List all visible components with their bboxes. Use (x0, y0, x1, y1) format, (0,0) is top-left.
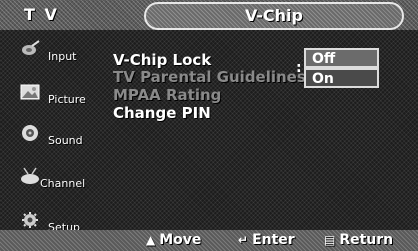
channel-icon (21, 167, 39, 184)
menu-item-change-pin[interactable]: Change PIN (113, 104, 211, 122)
vchip-lock-dropdown[interactable]: Off On (304, 48, 379, 88)
sidebar-item-label: Channel (40, 177, 86, 190)
footer-move-label: Move (159, 232, 202, 248)
sound-icon (22, 125, 38, 141)
input-icon (22, 40, 40, 55)
source-label: T V (24, 5, 59, 24)
sidebar-item-channel[interactable]: Channel (0, 161, 92, 201)
footer-return-label: Return (339, 232, 394, 248)
dropdown-option-off[interactable]: Off (304, 48, 379, 68)
sidebar-item-label: Picture (48, 93, 86, 106)
sidebar-item-sound[interactable]: Sound (0, 118, 92, 158)
sidebar-item-label: Input (48, 50, 77, 63)
sidebar-item-label: Sound (48, 134, 83, 147)
value-separator: : (296, 60, 302, 76)
footer-move: ▲︎ Move (146, 232, 201, 248)
sidebar-item-picture[interactable]: Picture (0, 77, 92, 117)
sidebar-item-input[interactable]: Input (0, 34, 92, 74)
setup-icon (22, 212, 38, 228)
osd-screen: T V V-Chip Input Picture Sound Channel S… (0, 0, 418, 251)
sidebar: Input Picture Sound Channel Setup (0, 30, 92, 251)
enter-icon: ↵ (238, 233, 249, 247)
footer-enter-label: Enter (252, 232, 295, 248)
footer-bar: ▲︎ Move ↵ Enter ▤ Return (0, 230, 418, 251)
dropdown-option-on[interactable]: On (304, 68, 379, 88)
menu-item-tv-parental-guidelines[interactable]: TV Parental Guidelines (113, 68, 306, 86)
updown-arrow-icon: ▲︎ (146, 233, 156, 247)
menu-item-mpaa-rating[interactable]: MPAA Rating (113, 86, 221, 104)
menu-item-vchip-lock[interactable]: V-Chip Lock (113, 51, 211, 69)
footer-enter: ↵ Enter (238, 232, 295, 248)
header-bar: T V V-Chip (0, 0, 418, 30)
page-title: V-Chip (144, 2, 404, 30)
return-icon: ▤ (324, 233, 336, 247)
footer-return: ▤ Return (324, 232, 393, 248)
picture-icon (20, 84, 40, 100)
